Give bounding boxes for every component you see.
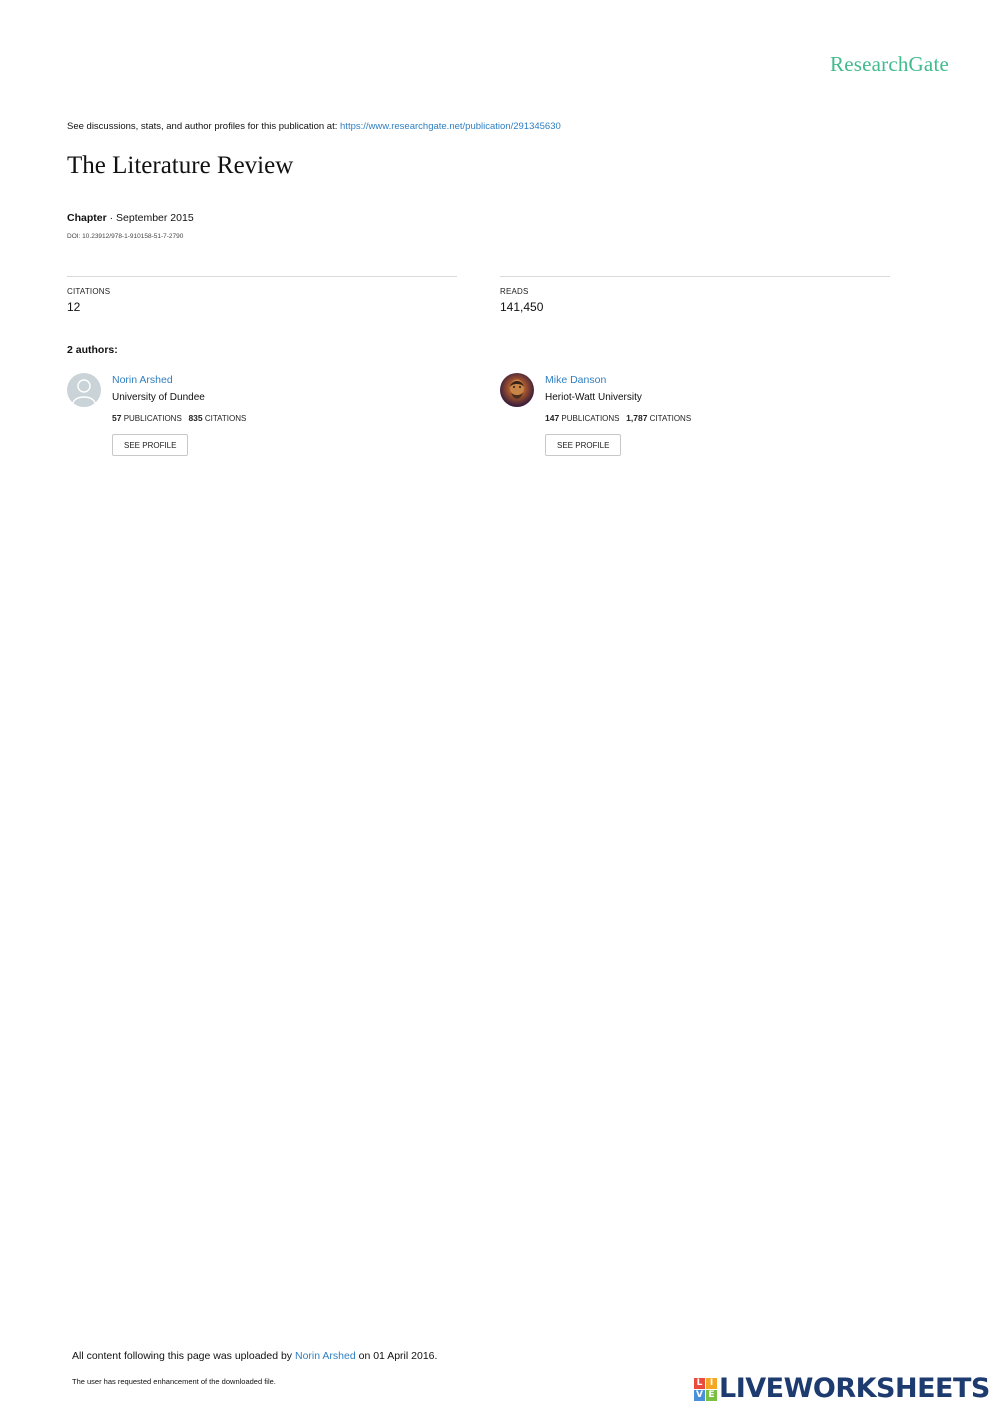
author-institution: University of Dundee bbox=[112, 392, 205, 403]
citations-label: CITATIONS bbox=[67, 287, 111, 296]
author-card: Norin Arshed University of Dundee 57 PUB… bbox=[67, 373, 427, 463]
author-citations-label: CITATIONS bbox=[202, 414, 247, 423]
logo-letter: I bbox=[706, 1377, 717, 1389]
author-institution: Heriot-Watt University bbox=[545, 392, 642, 403]
upload-prefix: All content following this page was uplo… bbox=[72, 1350, 295, 1362]
author-stats: 57 PUBLICATIONS 835 CITATIONS bbox=[112, 413, 246, 423]
publication-date: · September 2015 bbox=[106, 212, 194, 224]
doi-text: DOI: 10.23912/978-1-910158-51-7-2790 bbox=[67, 233, 184, 240]
author-name-link[interactable]: Norin Arshed bbox=[112, 374, 173, 386]
citations-divider bbox=[67, 276, 457, 277]
author-photo-icon bbox=[510, 379, 524, 399]
logo-letter: E bbox=[706, 1389, 717, 1401]
user-placeholder-icon bbox=[72, 379, 96, 404]
publication-type-line: Chapter · September 2015 bbox=[67, 212, 194, 224]
reads-count: 141,450 bbox=[500, 300, 544, 314]
researchgate-logo[interactable]: ResearchGate bbox=[830, 52, 949, 77]
publications-count: 147 bbox=[545, 413, 560, 423]
enhancement-notice: The user has requested enhancement of th… bbox=[72, 1377, 276, 1386]
liveworksheets-wordmark: LIVEWORKSHEETS bbox=[719, 1373, 990, 1404]
liveworksheets-watermark: L I V E LIVEWORKSHEETS bbox=[694, 1375, 990, 1403]
author-citations-count: 835 bbox=[188, 413, 203, 423]
see-profile-button[interactable]: SEE PROFILE bbox=[112, 434, 189, 456]
author-card: Mike Danson Heriot-Watt University 147 P… bbox=[500, 373, 860, 463]
upload-notice: All content following this page was uplo… bbox=[72, 1350, 437, 1362]
reads-label: READS bbox=[500, 287, 529, 296]
profile-intro-line: See discussions, stats, and author profi… bbox=[67, 121, 561, 132]
page-title: The Literature Review bbox=[67, 152, 294, 179]
author-name-link[interactable]: Mike Danson bbox=[545, 374, 606, 386]
see-profile-button[interactable]: SEE PROFILE bbox=[545, 434, 622, 456]
author-stats: 147 PUBLICATIONS 1,787 CITATIONS bbox=[545, 413, 691, 423]
logo-letter: V bbox=[694, 1389, 705, 1401]
author-citations-label: CITATIONS bbox=[647, 414, 692, 423]
publication-url-link[interactable]: https://www.researchgate.net/publication… bbox=[340, 121, 561, 132]
avatar[interactable] bbox=[67, 373, 101, 407]
reads-divider bbox=[500, 276, 890, 277]
uploader-link[interactable]: Norin Arshed bbox=[295, 1350, 356, 1362]
author-citations-count: 1,787 bbox=[626, 413, 648, 423]
liveworksheets-logo-icon: L I V E bbox=[694, 1377, 717, 1401]
avatar[interactable] bbox=[500, 373, 534, 407]
publication-type: Chapter bbox=[67, 212, 107, 224]
publications-label: PUBLICATIONS bbox=[559, 414, 620, 423]
publications-label: PUBLICATIONS bbox=[121, 414, 182, 423]
authors-heading: 2 authors: bbox=[67, 344, 118, 356]
logo-letter: L bbox=[694, 1377, 705, 1389]
citations-count: 12 bbox=[67, 300, 81, 314]
upload-suffix: on 01 April 2016. bbox=[355, 1350, 438, 1362]
intro-text: See discussions, stats, and author profi… bbox=[67, 121, 341, 132]
